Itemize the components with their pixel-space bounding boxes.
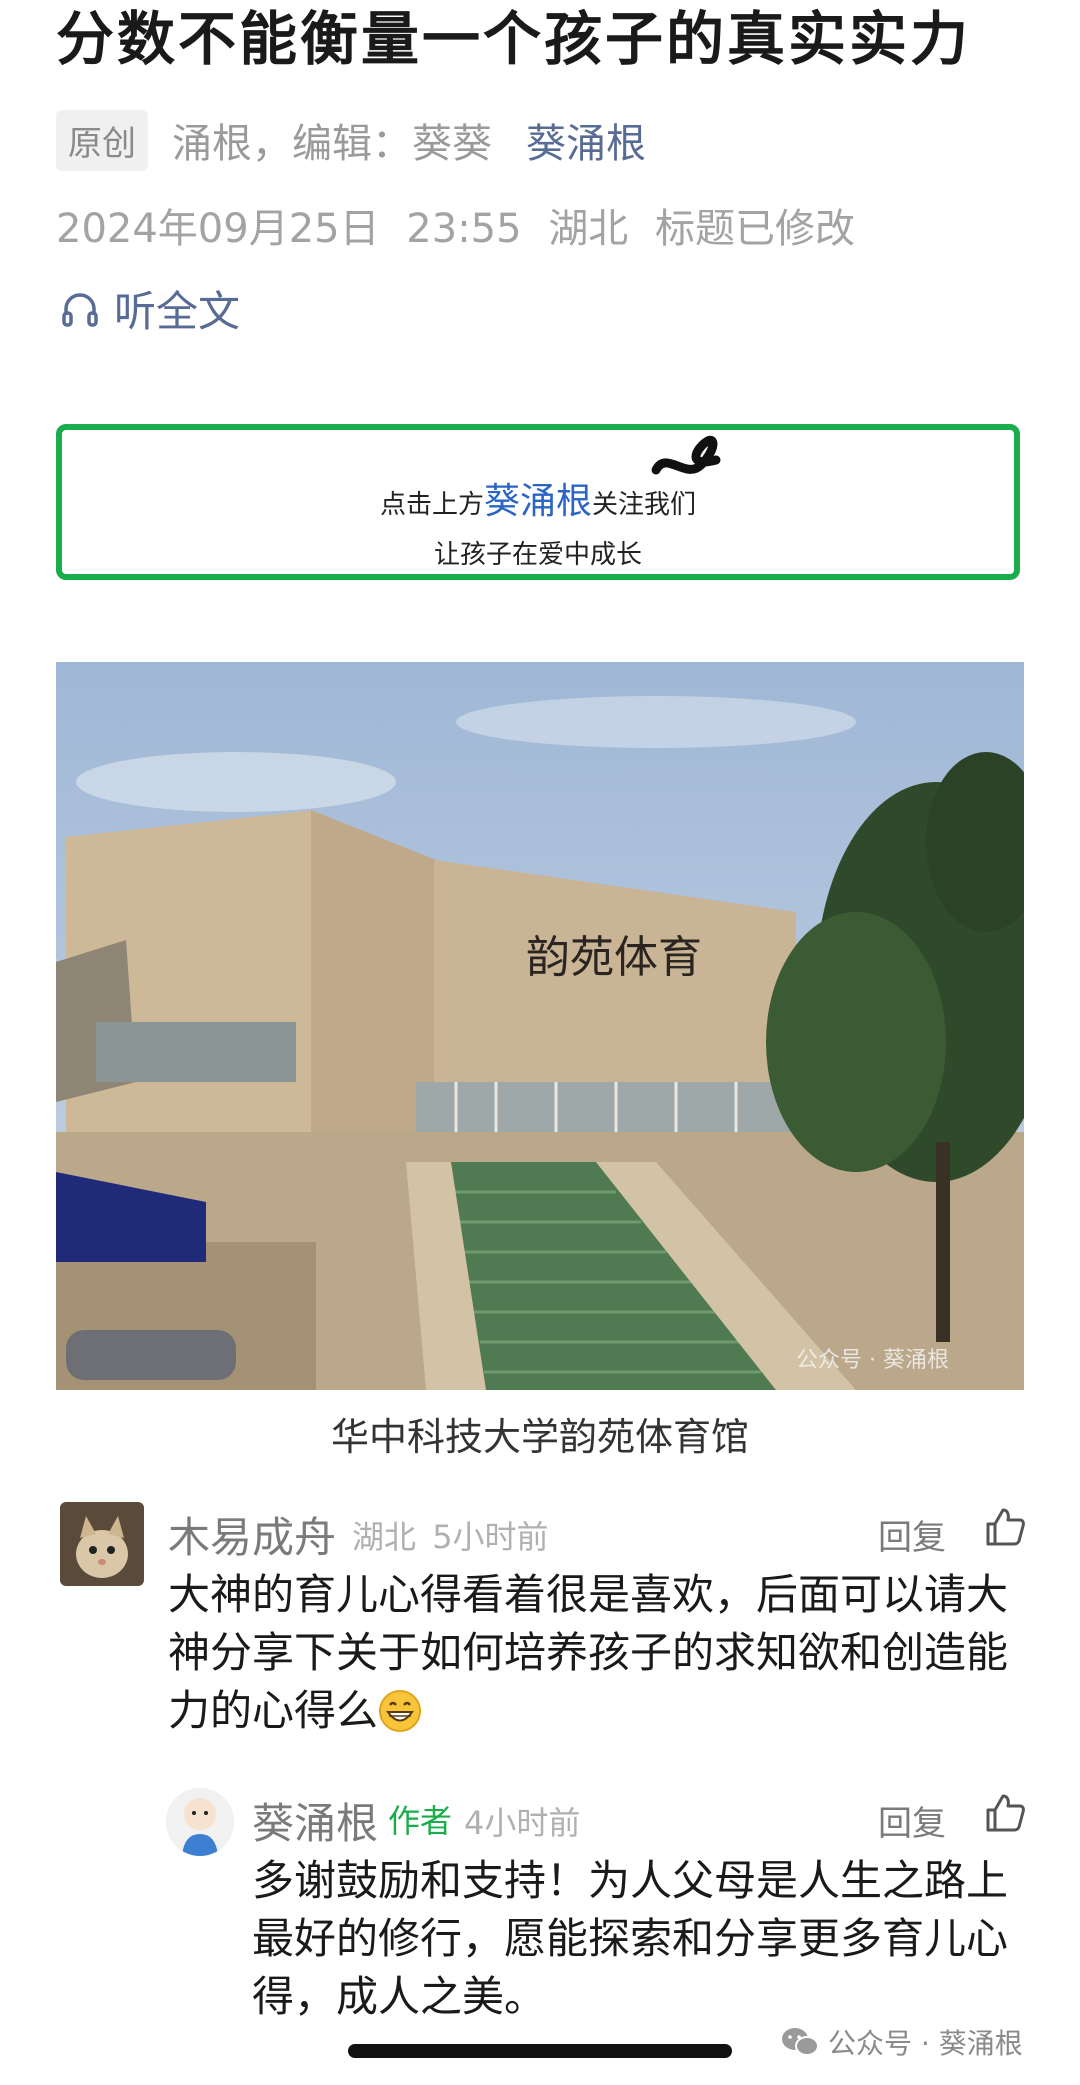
building-sign: 韵苑体育	[526, 932, 702, 983]
comment-time: 5小时前	[432, 1518, 549, 1556]
listen-full-button[interactable]: 听全文	[60, 278, 240, 339]
comment-meta: 湖北 5小时前	[352, 1512, 549, 1558]
article-meta-date: 2024年09月25日 23:55 湖北 标题已修改	[56, 196, 855, 254]
listen-label: 听全文	[114, 287, 241, 336]
reply-button[interactable]: 回复	[878, 1796, 946, 1845]
follow-line-2: 让孩子在爱中成长	[433, 540, 642, 570]
avatar[interactable]	[60, 1502, 144, 1586]
original-badge: 原创	[56, 109, 148, 171]
photo-caption: 华中科技大学韵苑体育馆	[330, 1415, 749, 1459]
like-icon[interactable]	[984, 1506, 1026, 1548]
reply-time: 4小时前	[464, 1804, 581, 1842]
comment-author[interactable]: 木易成舟	[168, 1504, 336, 1565]
photo-watermark: 公众号 · 葵涌根	[796, 1348, 949, 1373]
reply-text: 多谢鼓励和支持！为人父母是人生之路上最好的修行，愿能探索和分享更多育儿心得，成人…	[252, 1856, 1009, 2021]
gymnasium-photo: 韵苑体育 公众号 · 葵涌根	[56, 662, 1024, 1390]
publish-location: 湖北	[548, 206, 629, 252]
author-tag: 作者	[388, 1802, 453, 1840]
reply-author[interactable]: 葵涌根	[252, 1790, 378, 1851]
follow-line-1: 点击上方葵涌根关注我们	[62, 472, 1014, 524]
comment-body: 大神的育儿心得看着很是喜欢，后面可以请大神分享下关于如何培养孩子的求知欲和创造能…	[168, 1570, 1009, 1735]
follow-banner[interactable]: 点击上方葵涌根关注我们 让孩子在爱中成长	[56, 424, 1020, 580]
baby-avatar-icon	[166, 1788, 234, 1856]
comment-text: 大神的育儿心得看着很是喜欢，后面可以请大神分享下关于如何培养孩子的求知欲和创造能…	[168, 1566, 1010, 1740]
article-photo[interactable]: 韵苑体育 公众号 · 葵涌根	[56, 662, 1024, 1390]
watermark-text: 公众号 · 葵涌根	[828, 2027, 1023, 2060]
follow-suffix: 关注我们	[592, 490, 697, 520]
follow-account: 葵涌根	[483, 481, 592, 522]
home-indicator[interactable]	[348, 2044, 732, 2058]
follow-prefix: 点击上方	[379, 490, 484, 520]
like-icon[interactable]	[984, 1792, 1026, 1834]
cat-avatar-icon	[60, 1502, 144, 1586]
author-avatar[interactable]	[166, 1788, 234, 1856]
publish-datetime: 2024年09月25日 23:55	[56, 206, 522, 252]
bottom-watermark: 公众号 · 葵涌根	[780, 2022, 1023, 2062]
article-title: 分数不能衡量一个孩子的真实实力	[56, 5, 972, 73]
author-names: 涌根，编辑：葵葵	[172, 121, 492, 167]
comment-location: 湖北	[352, 1518, 417, 1556]
grin-emoji-icon	[379, 1690, 422, 1732]
reply-button[interactable]: 回复	[878, 1510, 946, 1559]
article-meta-authors: 原创 涌根，编辑：葵葵 葵涌根	[56, 109, 646, 171]
wechat-icon	[782, 2028, 819, 2056]
edited-note: 标题已修改	[655, 206, 856, 252]
headphones-icon	[62, 292, 98, 327]
account-link[interactable]: 葵涌根	[526, 111, 646, 169]
